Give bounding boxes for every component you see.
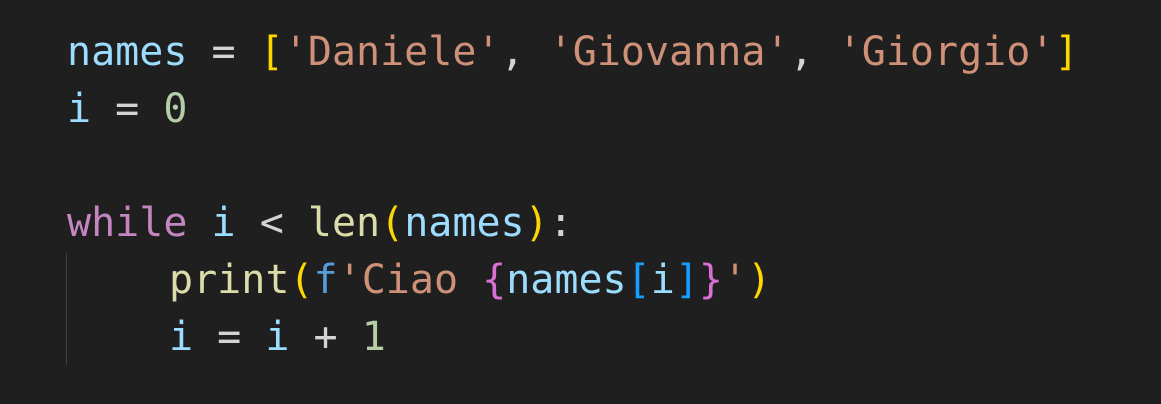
token: i [169, 314, 194, 360]
token: ( [380, 200, 405, 246]
token: 'Daniele' [283, 29, 501, 75]
token: = [193, 314, 266, 360]
token: , [789, 29, 838, 75]
token: + [289, 314, 362, 360]
token: ) [524, 200, 549, 246]
token: i [211, 200, 236, 246]
token: = [187, 29, 260, 75]
token: ) [747, 257, 772, 303]
token: 'Giovanna' [548, 29, 790, 75]
token: 0 [163, 86, 188, 132]
token: [ [259, 29, 284, 75]
token: 'Giorgio' [837, 29, 1055, 75]
token: names [506, 257, 627, 303]
code-line-6[interactable]: i = i + 1 [67, 309, 386, 366]
code-line-1[interactable]: names = ['Daniele', 'Giovanna', 'Giorgio… [67, 24, 1079, 81]
code-editor[interactable]: names = ['Daniele', 'Giovanna', 'Giorgio… [0, 0, 1161, 404]
code-line-4[interactable]: while i < len(names): [67, 195, 573, 252]
token: 'Ciao [337, 257, 483, 303]
token: len [307, 200, 381, 246]
code-line-5[interactable]: print(f'Ciao {names[i]}') [67, 252, 771, 309]
token: f [313, 257, 338, 303]
token: ( [289, 257, 314, 303]
token: } [698, 257, 723, 303]
token: ] [674, 257, 699, 303]
token: , [500, 29, 549, 75]
token: i [650, 257, 675, 303]
token: [ [626, 257, 651, 303]
token: = [91, 86, 164, 132]
token: i [67, 86, 92, 132]
token: 1 [361, 314, 386, 360]
token: { [482, 257, 507, 303]
token: while [67, 200, 188, 246]
token: print [169, 257, 290, 303]
code-line-2[interactable]: i = 0 [67, 81, 187, 138]
token: names [404, 200, 525, 246]
token: i [265, 314, 290, 360]
token: ' [723, 257, 748, 303]
token: ] [1054, 29, 1079, 75]
token: names [67, 29, 188, 75]
token: < [235, 200, 308, 246]
token: : [548, 200, 573, 246]
